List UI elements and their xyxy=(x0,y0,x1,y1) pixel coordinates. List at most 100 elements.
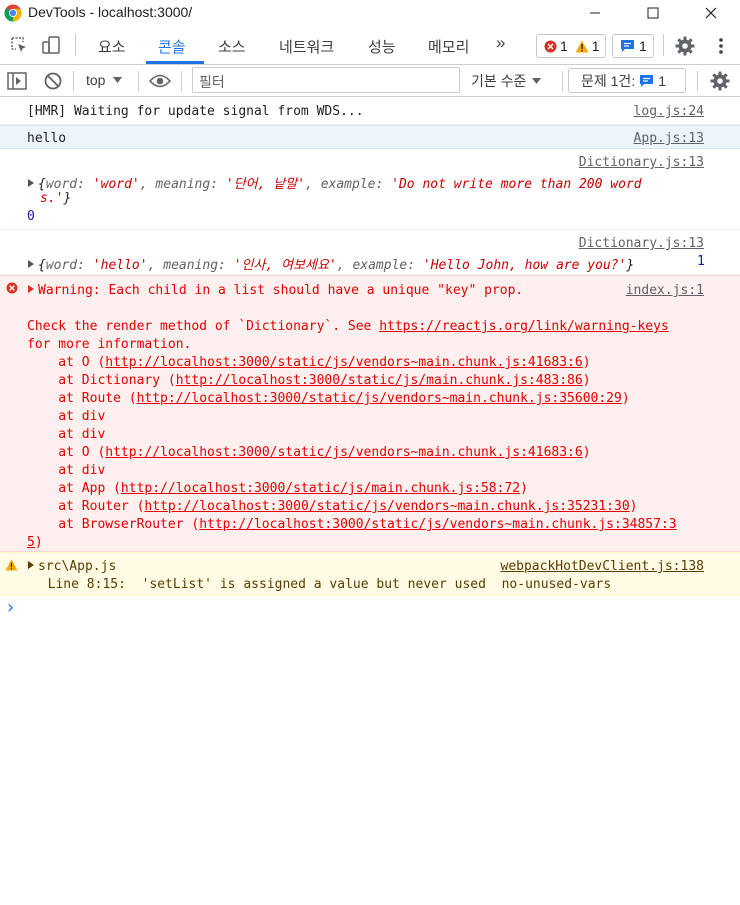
stack-frame: at Dictionary (http://localhost:3000/sta… xyxy=(27,373,591,388)
source-link[interactable]: Dictionary.js:13 xyxy=(579,236,704,251)
expand-triangle-icon xyxy=(28,179,34,187)
source-link[interactable]: Dictionary.js:13 xyxy=(579,155,704,170)
gear-icon xyxy=(675,36,695,56)
stack-frame: at div xyxy=(27,409,106,424)
log-level-value: 기본 수준 xyxy=(471,73,527,89)
warning-keys-link[interactable]: https://reactjs.org/link/warning-keys xyxy=(379,319,669,334)
object-preview[interactable]: {word: 'hello', meaning: '인사, 여보세요', exa… xyxy=(28,254,634,273)
object-preview-wrap: s.'} xyxy=(40,191,72,206)
active-tab-indicator xyxy=(146,61,204,64)
tab-performance[interactable]: 성능 xyxy=(368,36,396,64)
stack-frame: at O (http://localhost:3000/static/js/ve… xyxy=(27,355,591,370)
toolbar-separator xyxy=(181,71,182,91)
toolbar-separator xyxy=(663,34,664,56)
stack-frame: at O (http://localhost:3000/static/js/ve… xyxy=(27,445,591,460)
minimize-button[interactable] xyxy=(572,0,618,26)
issues-counter[interactable]: 1 xyxy=(612,34,654,58)
eye-icon xyxy=(149,74,171,88)
tab-sources[interactable]: 소스 xyxy=(218,36,246,64)
console-filter-bar: top 필터 기본 수준 문제 1건: 1 xyxy=(0,65,740,97)
toolbar-separator xyxy=(75,34,76,56)
device-mode-icon xyxy=(42,36,60,54)
stack-frame-link[interactable]: http://localhost:3000/static/js/main.chu… xyxy=(176,373,583,388)
console-error-message: Warning: Each child in a list should hav… xyxy=(0,275,740,552)
stack-frame-link[interactable]: http://localhost:3000/static/js/vendors~… xyxy=(144,499,629,514)
issues-count: 1 xyxy=(658,72,667,89)
gear-icon xyxy=(710,71,730,91)
console-message-object: Dictionary.js:13 {word: 'word', meaning:… xyxy=(0,149,740,230)
object-preview[interactable]: {word: 'word', meaning: '단어, 낱말', exampl… xyxy=(28,173,642,192)
tab-memory[interactable]: 메모리 xyxy=(428,36,469,64)
clear-console-button[interactable] xyxy=(42,70,64,92)
stack-frame-wrap: 5) xyxy=(27,535,43,550)
error-circle-icon xyxy=(544,40,557,52)
source-link[interactable]: index.js:1 xyxy=(626,283,704,298)
minimize-icon xyxy=(590,12,600,14)
sidebar-toggle-icon xyxy=(7,72,27,90)
error-warning-counter[interactable]: 1 1 xyxy=(536,34,606,58)
stack-frame-link[interactable]: http://localhost:3000/static/js/vendors~… xyxy=(105,355,582,370)
expand-triangle-icon xyxy=(28,260,34,268)
warning-triangle-icon xyxy=(5,559,18,571)
stack-frame: at div xyxy=(27,427,106,442)
stack-frame-link[interactable]: http://localhost:3000/static/js/vendors~… xyxy=(199,517,676,532)
maximize-button[interactable] xyxy=(630,0,676,26)
console-message-hello: hello App.js:13 xyxy=(0,125,740,149)
context-selector[interactable]: top xyxy=(86,72,123,88)
dropdown-arrow-icon xyxy=(532,78,542,84)
tab-elements[interactable]: 요소 xyxy=(98,36,126,64)
error-detail-line: for more information. xyxy=(27,337,192,352)
prompt-chevron-icon: › xyxy=(7,597,15,618)
error-circle-icon xyxy=(6,282,18,294)
source-link[interactable]: log.js:24 xyxy=(634,104,704,119)
stack-frame-link[interactable]: http://localhost:3000/static/js/vendors~… xyxy=(137,391,622,406)
filter-input[interactable]: 필터 xyxy=(192,67,460,93)
more-options-button[interactable] xyxy=(710,35,732,57)
tab-console[interactable]: 콘솔 xyxy=(158,36,186,64)
stack-frame: at BrowserRouter (http://localhost:3000/… xyxy=(27,517,677,532)
inspect-cursor-icon xyxy=(11,37,26,52)
window-title-bar: DevTools - localhost:3000/ xyxy=(0,0,740,26)
source-link[interactable]: webpackHotDevClient.js:138 xyxy=(501,559,705,574)
message-icon xyxy=(640,74,654,87)
error-warning-text[interactable]: Warning: Each child in a list should hav… xyxy=(28,283,523,298)
dropdown-arrow-icon xyxy=(113,77,123,83)
stack-frame-link[interactable]: http://localhost:3000/static/js/main.chu… xyxy=(121,481,520,496)
stack-frame: at Router (http://localhost:3000/static/… xyxy=(27,499,638,514)
message-text: hello xyxy=(27,131,67,146)
tab-network[interactable]: 네트워크 xyxy=(279,36,334,64)
toolbar-separator xyxy=(562,71,563,91)
message-count: 1 xyxy=(639,38,647,54)
issues-label: 문제 1건: xyxy=(581,72,636,89)
console-prompt[interactable]: › xyxy=(0,596,740,620)
error-detail-line: Check the render method of `Dictionary`.… xyxy=(27,319,669,334)
more-tabs-button[interactable]: » xyxy=(496,33,505,61)
clear-console-icon xyxy=(44,72,62,90)
issues-button[interactable]: 문제 1건: 1 xyxy=(568,68,686,93)
message-text: [HMR] Waiting for update signal from WDS… xyxy=(27,104,364,119)
toolbar-separator xyxy=(73,71,74,91)
context-selector-value: top xyxy=(86,72,106,88)
stack-frame: at div xyxy=(27,463,106,478)
console-settings-button[interactable] xyxy=(709,70,731,92)
warning-detail: Line 8:15: 'setList' is assigned a value… xyxy=(32,577,612,592)
log-level-dropdown[interactable]: 기본 수준 xyxy=(471,71,542,91)
console-message-hmr: [HMR] Waiting for update signal from WDS… xyxy=(0,98,740,125)
warning-triangle-icon xyxy=(575,40,589,52)
inspect-element-button[interactable] xyxy=(8,34,30,56)
kebab-menu-icon xyxy=(719,38,723,54)
device-toolbar-button[interactable] xyxy=(40,34,62,56)
stack-frame: at Route (http://localhost:3000/static/j… xyxy=(27,391,630,406)
message-icon xyxy=(621,40,634,52)
settings-button[interactable] xyxy=(674,35,696,57)
warning-file[interactable]: src\App.js xyxy=(28,559,116,574)
close-icon xyxy=(705,7,717,19)
maximize-icon xyxy=(647,7,659,19)
stack-frame: at App (http://localhost:3000/static/js/… xyxy=(27,481,528,496)
show-sidebar-button[interactable] xyxy=(6,70,28,92)
live-expression-button[interactable] xyxy=(149,70,171,92)
source-link[interactable]: App.js:13 xyxy=(634,131,704,146)
close-button[interactable] xyxy=(688,0,734,26)
toolbar-separator xyxy=(697,71,698,91)
stack-frame-link[interactable]: http://localhost:3000/static/js/vendors~… xyxy=(105,445,582,460)
